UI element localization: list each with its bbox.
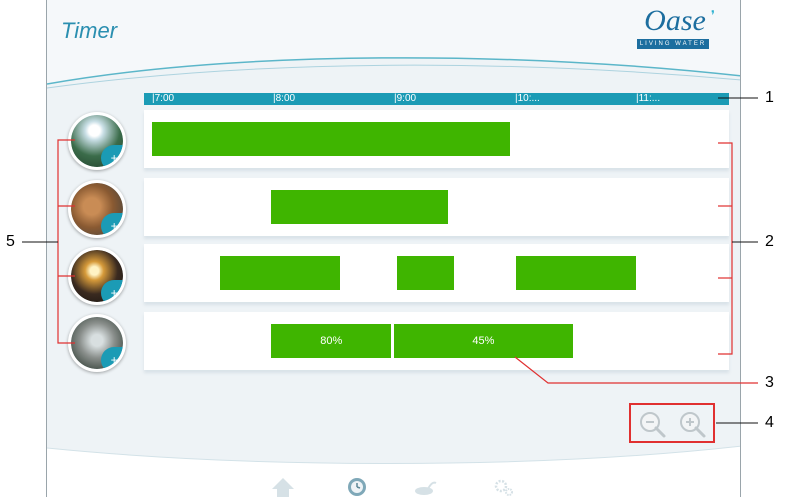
callout-1: 1: [765, 89, 774, 106]
page-title: Timer: [61, 18, 118, 43]
callout-3: 3: [765, 374, 774, 391]
settings-icon[interactable]: [492, 477, 516, 497]
pump-icon[interactable]: [414, 477, 438, 497]
timeline-lane-2[interactable]: [144, 178, 729, 236]
callout-5: 5: [6, 233, 15, 250]
zone-light-avatar[interactable]: +: [68, 247, 126, 305]
schedule-bar[interactable]: [516, 256, 636, 290]
brand-logo: Oase ❜ LIVING WATER: [635, 4, 725, 49]
add-plus-icon[interactable]: +: [101, 347, 123, 369]
add-plus-icon[interactable]: +: [101, 280, 123, 302]
zoom-out-icon[interactable]: [637, 409, 667, 439]
add-plus-icon[interactable]: +: [101, 213, 123, 235]
timeline-header[interactable]: |7:00 |8:00 |9:00 |10:... |11:...: [144, 93, 729, 105]
timeline-lane-1[interactable]: [144, 110, 729, 168]
zone-waterfall-avatar[interactable]: +: [68, 314, 126, 372]
timeline-lane-3[interactable]: [144, 244, 729, 302]
timeline-lane-4[interactable]: 80% 45%: [144, 312, 729, 370]
callout-4: 4: [765, 414, 774, 431]
logo-wordmark: Oase: [644, 4, 706, 37]
clock-icon[interactable]: [345, 477, 369, 497]
schedule-bar[interactable]: 45%: [393, 324, 574, 358]
zone-stream-avatar[interactable]: +: [68, 180, 126, 238]
add-plus-icon[interactable]: +: [101, 145, 123, 167]
zoom-in-icon[interactable]: [677, 409, 707, 439]
zoom-controls: [629, 403, 715, 443]
schedule-bar[interactable]: [271, 190, 448, 224]
schedule-bar[interactable]: [396, 256, 454, 290]
logo-drops-icon: ❜: [711, 8, 715, 22]
tick-label: |8:00: [273, 93, 296, 104]
callout-2: 2: [765, 233, 774, 250]
tick-label: |11:...: [636, 93, 661, 104]
tick-label: |7:00: [152, 93, 175, 104]
schedule-bar[interactable]: [152, 122, 511, 156]
tick-label: |10:...: [515, 93, 540, 104]
schedule-bar[interactable]: 80%: [271, 324, 391, 358]
zone-fountain-avatar[interactable]: +: [68, 112, 126, 170]
footer-swoosh: [47, 445, 740, 497]
schedule-bar[interactable]: [220, 256, 340, 290]
tick-label: |9:00: [394, 93, 417, 104]
home-icon[interactable]: [271, 477, 295, 497]
timer-app-window: Timer Oase ❜ LIVING WATER |7:00 |8:00 |9…: [46, 0, 741, 497]
